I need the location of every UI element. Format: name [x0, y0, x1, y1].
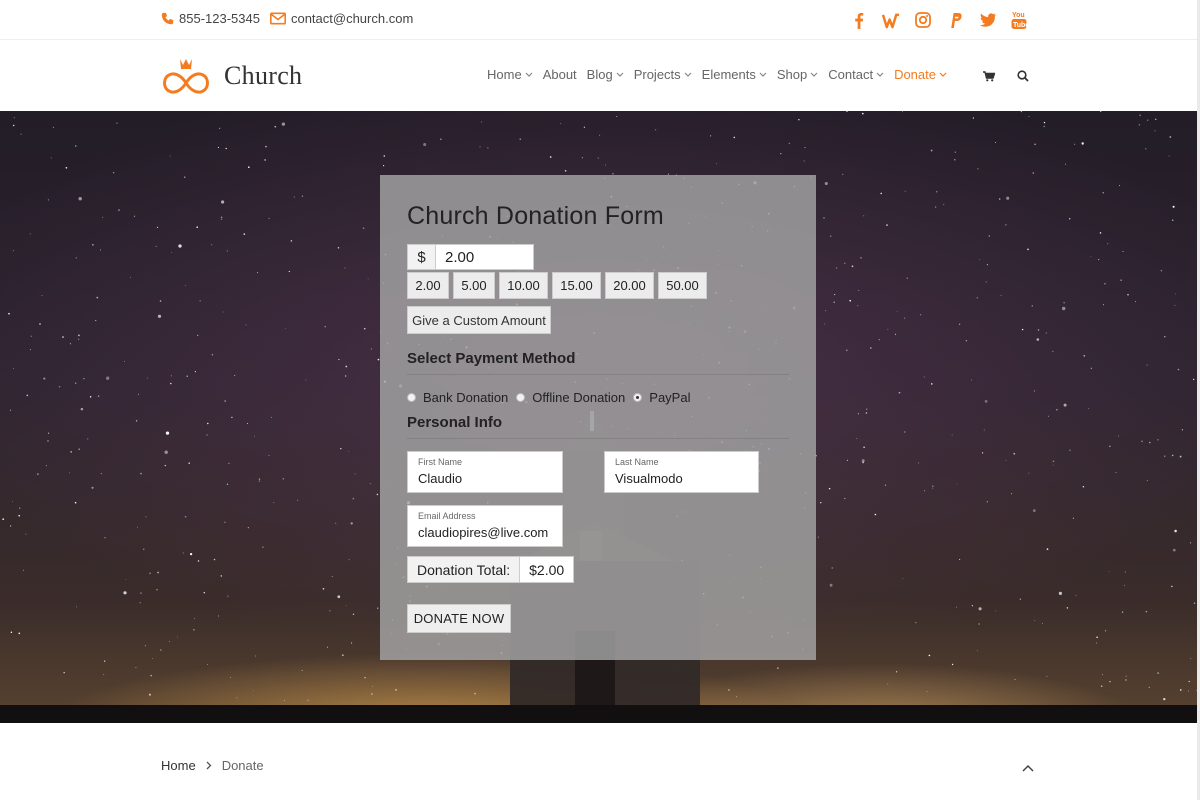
email-field[interactable]: Email Address claudiopires@live.com [407, 505, 563, 547]
nav-label: Donate [894, 67, 936, 82]
chevron-down-icon [810, 72, 818, 77]
chevron-down-icon [939, 72, 947, 77]
custom-amount-button[interactable]: Give a Custom Amount [407, 306, 551, 334]
nav-item-home[interactable]: Home [487, 67, 533, 82]
first-name-value: Claudio [418, 471, 463, 486]
radio-paypal[interactable]: PayPal [633, 390, 690, 405]
nav-label: Home [487, 67, 522, 82]
preset-amount-button[interactable]: 2.00 [407, 272, 449, 299]
donation-total-label: Donation Total: [407, 556, 521, 583]
last-name-value: Visualmodo [615, 471, 683, 486]
radio-label: PayPal [649, 390, 691, 405]
contact-info: 855-123-5345 contact@church.com [161, 11, 423, 26]
site-logo[interactable]: Church [160, 56, 302, 96]
nav-item-elements[interactable]: Elements [702, 67, 767, 82]
phone-link[interactable]: 855-123-5345 [161, 11, 260, 26]
chevron-down-icon [876, 72, 884, 77]
divider [407, 374, 789, 375]
horizon-ground [0, 705, 1197, 723]
radio-bank-donation[interactable]: Bank Donation [407, 390, 508, 405]
chevron-up-icon [1022, 764, 1034, 772]
radio-button[interactable] [516, 393, 526, 402]
preset-amount-button[interactable]: 15.00 [552, 272, 601, 299]
form-title: Church Donation Form [407, 202, 664, 230]
nav-label: Elements [701, 67, 756, 82]
nav-label: Contact [828, 67, 874, 82]
preset-amount-button[interactable]: 5.00 [453, 272, 495, 299]
personal-info-heading: Personal Info [407, 414, 503, 431]
search-icon[interactable] [1017, 69, 1029, 87]
preset-amount-button[interactable]: 50.00 [658, 272, 707, 299]
radio-label: Bank Donation [423, 390, 509, 405]
twitter-icon[interactable] [977, 10, 997, 30]
chevron-down-icon [759, 72, 767, 77]
radio-offline-donation[interactable]: Offline Donation [516, 390, 625, 405]
preset-amounts: 2.00 5.00 10.00 15.00 20.00 50.00 [407, 272, 707, 299]
preset-amount-button[interactable]: 10.00 [499, 272, 548, 299]
wunderlist-icon[interactable] [881, 10, 901, 30]
breadcrumb-home-link[interactable]: Home [161, 758, 196, 773]
back-to-top-button[interactable] [1022, 759, 1034, 777]
donation-total-value: $2.00 [520, 556, 575, 583]
donation-form: Church Donation Form $ 2.00 2.00 5.00 10… [380, 175, 816, 660]
nav-label: About [542, 67, 577, 82]
last-name-label: Last Name [615, 457, 659, 467]
amount-input-group: $ 2.00 [407, 244, 534, 270]
brand-name: Church [224, 61, 303, 90]
email-label: Email Address [418, 511, 476, 521]
radio-label: Offline Donation [532, 390, 626, 405]
paypal-icon[interactable] [945, 10, 965, 30]
infinity-crown-logo-icon [163, 59, 209, 94]
chevron-down-icon [684, 72, 692, 77]
radio-button[interactable] [407, 393, 416, 402]
breadcrumb-current: Donate [221, 758, 264, 773]
nav-item-blog[interactable]: Blog [587, 67, 624, 82]
last-name-field[interactable]: Last Name Visualmodo [604, 451, 759, 493]
site-header: Church Home About Blog Projects Elements… [0, 40, 1197, 111]
phone-icon [161, 12, 174, 25]
nav-item-shop[interactable]: Shop [777, 67, 818, 82]
nav-item-projects[interactable]: Projects [634, 67, 692, 82]
email-address: contact@church.com [290, 11, 414, 26]
donation-total: Donation Total: $2.00 [407, 556, 575, 583]
first-name-label: First Name [418, 457, 463, 467]
chevron-down-icon [525, 72, 533, 77]
first-name-field[interactable]: First Name Claudio [407, 451, 563, 493]
svg-text:You: You [1012, 12, 1025, 19]
breadcrumb: Home Donate [161, 758, 264, 773]
phone-number: 855-123-5345 [179, 11, 260, 26]
envelope-icon [269, 12, 286, 25]
cart-icon[interactable] [983, 69, 996, 87]
chevron-right-icon [206, 761, 212, 770]
divider [407, 438, 789, 439]
radio-button[interactable] [633, 393, 643, 402]
payment-method-heading: Select Payment Method [407, 350, 576, 367]
youtube-icon[interactable]: You Tube [1009, 10, 1029, 30]
email-value: claudiopires@live.com [418, 525, 549, 540]
amount-input[interactable]: 2.00 [436, 244, 534, 270]
main-nav: Home About Blog Projects Elements Shop C… [487, 67, 957, 82]
nav-label: Projects [633, 67, 681, 82]
chevron-down-icon [616, 72, 624, 77]
svg-text:Tube: Tube [1013, 22, 1027, 29]
nav-label: Shop [776, 67, 808, 82]
facebook-icon[interactable] [849, 10, 869, 30]
nav-label: Blog [586, 67, 613, 82]
nav-item-about[interactable]: About [543, 67, 577, 82]
donate-now-button[interactable]: DONATE NOW [407, 604, 511, 633]
top-bar: 855-123-5345 contact@church.com You Tube [0, 0, 1197, 40]
payment-method-options: Bank Donation Offline Donation PayPal [407, 390, 698, 405]
nav-item-donate[interactable]: Donate [894, 67, 947, 82]
social-links: You Tube [849, 10, 1029, 30]
email-link[interactable]: contact@church.com [269, 11, 414, 26]
instagram-icon[interactable] [913, 10, 933, 30]
nav-item-contact[interactable]: Contact [828, 67, 884, 82]
currency-symbol: $ [407, 244, 436, 270]
preset-amount-button[interactable]: 20.00 [605, 272, 654, 299]
